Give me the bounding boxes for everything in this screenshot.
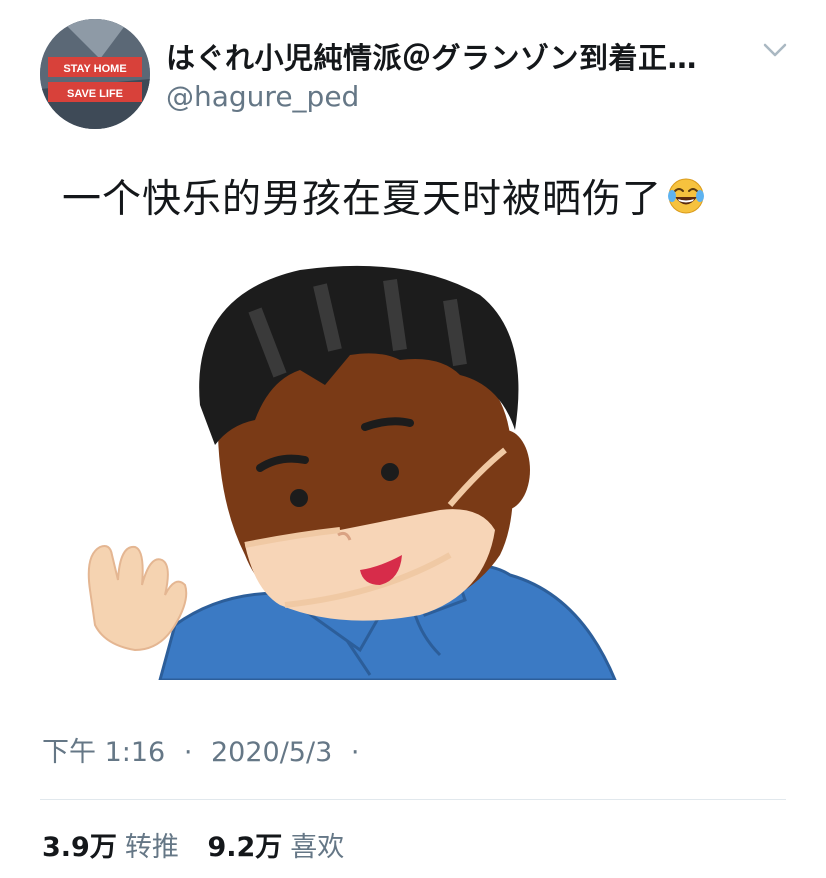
tweet-text: 一个快乐的男孩在夏天时被晒伤了 [62, 168, 706, 226]
likes-label[interactable]: 喜欢 [290, 832, 344, 863]
meta-separator-trailing: · [350, 737, 360, 768]
author-handle[interactable]: @hagure_ped [166, 80, 359, 113]
author-avatar[interactable]: STAY HOME SAVE LIFE [40, 19, 150, 129]
meta-separator: · [183, 737, 193, 768]
divider [40, 799, 786, 800]
tweet-date: 2020/5/3 [211, 737, 333, 768]
retweets-count[interactable]: 3.9万 [42, 832, 117, 863]
tweet-media-image[interactable] [80, 255, 640, 680]
tweet-stats: 3.9万 转推 9.2万 喜欢 [42, 825, 364, 864]
author-display-name[interactable]: はぐれ小児純情派＠グランゾン到着正… [166, 35, 697, 77]
avatar-badge-line1: STAY HOME [63, 63, 126, 75]
face-with-tears-of-joy-icon [666, 176, 706, 226]
likes-count[interactable]: 9.2万 [207, 832, 282, 863]
tweet-time: 下午 1:16 [42, 737, 166, 768]
tweet-timestamp: 下午 1:16 · 2020/5/3 · [42, 730, 369, 769]
avatar-badge-line2: SAVE LIFE [67, 88, 123, 100]
chevron-down-icon[interactable] [762, 40, 788, 60]
retweets-label[interactable]: 转推 [125, 832, 179, 863]
tweet-text-content: 一个快乐的男孩在夏天时被晒伤了 [62, 177, 663, 222]
